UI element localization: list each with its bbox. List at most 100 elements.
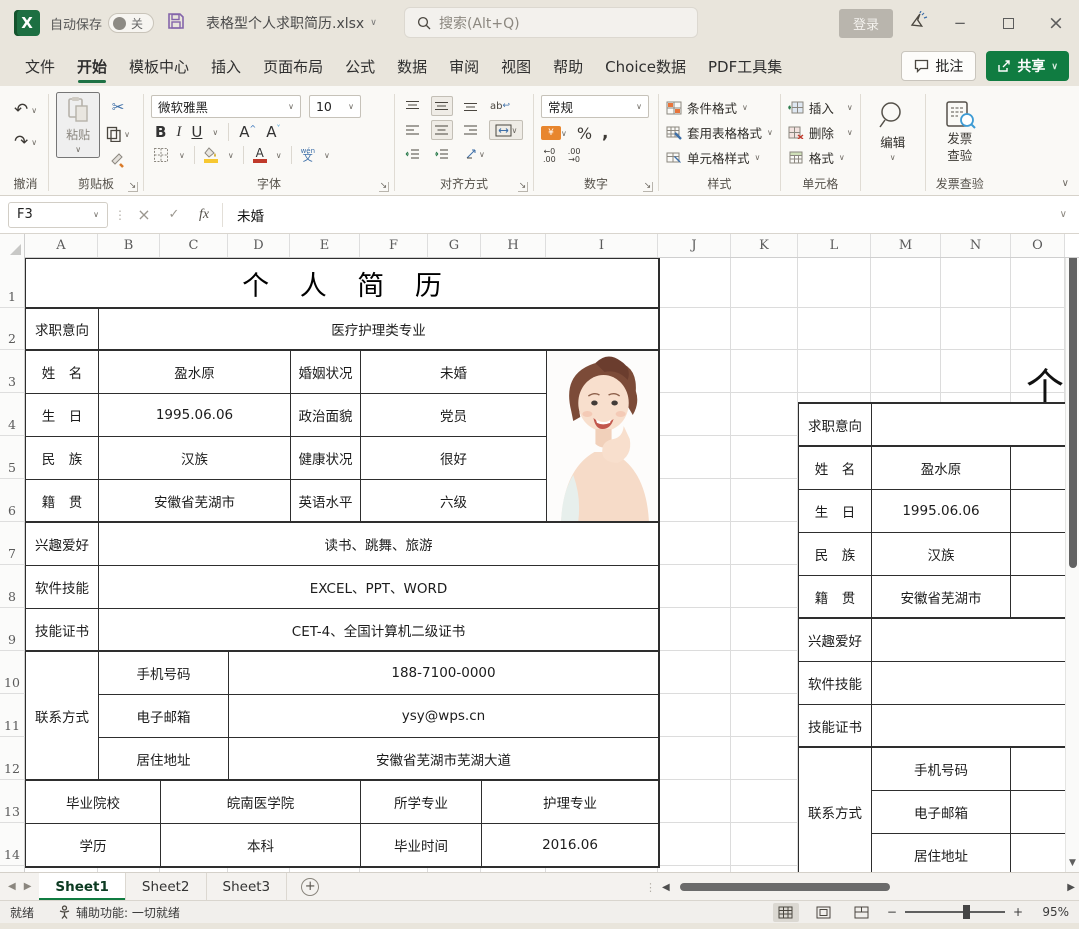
col-header-D[interactable]: D — [228, 234, 290, 257]
underline-button[interactable]: U — [191, 123, 202, 141]
align-top-button[interactable] — [402, 96, 424, 116]
menu-item-9[interactable]: 帮助 — [542, 52, 594, 82]
table-cell[interactable]: 求职意向 — [26, 309, 99, 351]
table-cell[interactable]: 籍 贯 — [26, 480, 99, 523]
col-header-H[interactable]: H — [481, 234, 546, 257]
normal-view-button[interactable] — [773, 903, 799, 922]
table-cell[interactable] — [872, 705, 1066, 748]
zoom-slider[interactable] — [905, 911, 1005, 913]
menu-item-11[interactable]: PDF工具集 — [697, 52, 793, 82]
collapse-ribbon-button[interactable]: ∨ — [1062, 178, 1069, 189]
col-header-F[interactable]: F — [360, 234, 428, 257]
decrease-font-button[interactable]: A˅ — [266, 123, 280, 141]
table-cell[interactable]: 安徽省芜湖市芜湖大道 — [229, 738, 659, 781]
scrollbar-splitter[interactable]: ⋮ — [645, 881, 656, 894]
alignment-dialog-launcher[interactable]: ↘ — [518, 182, 528, 192]
col-header-C[interactable]: C — [160, 234, 228, 257]
table-cell[interactable]: 兴趣爱好 — [799, 619, 872, 662]
number-dialog-launcher[interactable]: ↘ — [643, 182, 653, 192]
row-header-6[interactable]: 6 — [0, 479, 25, 522]
table-cell[interactable]: 学历 — [26, 824, 161, 867]
zoom-out-button[interactable]: − — [887, 905, 897, 919]
table-cell[interactable]: 政治面貌 — [291, 394, 361, 437]
save-icon[interactable] — [166, 11, 186, 35]
paste-button[interactable]: 粘贴 ∨ — [56, 92, 100, 158]
row-header-13[interactable]: 13 — [0, 780, 25, 823]
table-cell[interactable]: 汉族 — [99, 437, 291, 480]
table-cell[interactable]: 民 族 — [26, 437, 99, 480]
table-cell[interactable]: 技能证书 — [799, 705, 872, 748]
table-cell[interactable] — [872, 662, 1066, 705]
table-cell[interactable]: 1995.06.06 — [872, 490, 1011, 533]
horizontal-scroll-thumb[interactable] — [680, 883, 890, 891]
row-header-4[interactable]: 4 — [0, 393, 25, 436]
table-cell[interactable]: EXCEL、PPT、WORD — [99, 566, 659, 609]
table-cell[interactable]: 婚姻状况 — [291, 351, 361, 394]
vertical-scrollbar[interactable]: ▲ ▼ — [1065, 258, 1079, 872]
table-cell[interactable] — [1011, 490, 1066, 533]
col-header-O[interactable]: O — [1011, 234, 1065, 257]
menu-item-1[interactable]: 开始 — [66, 52, 118, 82]
formula-input[interactable]: 未婚 — [229, 205, 1054, 225]
table-cell[interactable]: 联系方式 — [26, 652, 99, 781]
table-cell[interactable] — [872, 619, 1066, 662]
table-cell[interactable]: 皖南医学院 — [161, 781, 361, 824]
formula-bar-handle[interactable]: ⋮ — [114, 208, 126, 222]
insert-cells-button[interactable]: 插入∨ — [788, 98, 853, 117]
format-cells-button[interactable]: 格式∨ — [788, 148, 853, 167]
row-header-5[interactable]: 5 — [0, 436, 25, 479]
table-cell[interactable]: 188-7100-0000 — [229, 652, 659, 695]
table-cell[interactable]: 籍 贯 — [799, 576, 872, 619]
zoom-level[interactable]: 95% — [1035, 905, 1069, 919]
merge-center-button[interactable]: ∨ — [489, 120, 523, 140]
table-cell[interactable]: 读书、跳舞、旅游 — [99, 523, 659, 566]
row-header-2[interactable]: 2 — [0, 308, 25, 350]
table-cell[interactable]: 所学专业 — [361, 781, 482, 824]
decrease-indent-button[interactable] — [402, 144, 424, 164]
number-format-select[interactable]: 常规∨ — [541, 95, 649, 118]
menu-item-2[interactable]: 模板中心 — [118, 52, 200, 82]
font-size-select[interactable]: 10∨ — [309, 95, 361, 118]
row-header-7[interactable]: 7 — [0, 522, 25, 565]
search-input[interactable]: 搜索(Alt+Q) — [404, 7, 698, 38]
increase-decimal-button[interactable]: ←0.00 — [543, 148, 556, 164]
clipboard-dialog-launcher[interactable]: ↘ — [128, 182, 138, 192]
col-header-J[interactable]: J — [658, 234, 731, 257]
table-cell[interactable]: 生 日 — [26, 394, 99, 437]
col-header-I[interactable]: I — [546, 234, 658, 257]
announcement-icon[interactable] — [907, 11, 929, 35]
cut-button[interactable]: ✂ — [102, 96, 134, 118]
table-cell[interactable]: 很好 — [361, 437, 547, 480]
table-cell[interactable]: 健康状况 — [291, 437, 361, 480]
table-cell[interactable]: CET-4、全国计算机二级证书 — [99, 609, 659, 652]
prev-sheet-icon[interactable]: ◀ — [0, 881, 24, 892]
table-cell[interactable]: 软件技能 — [26, 566, 99, 609]
table-cell[interactable]: 联系方式 — [799, 748, 872, 872]
table-cell[interactable]: 姓 名 — [799, 447, 872, 490]
table-cell[interactable]: 居住地址 — [872, 834, 1011, 872]
row-header-9[interactable]: 9 — [0, 608, 25, 651]
horizontal-scroll-track[interactable] — [676, 882, 1062, 892]
menu-item-6[interactable]: 数据 — [386, 52, 438, 82]
fill-color-button[interactable] — [204, 147, 219, 163]
cancel-entry-icon[interactable]: × — [132, 205, 156, 224]
table-cell[interactable] — [1011, 834, 1066, 872]
table-cell[interactable]: 盈水原 — [872, 447, 1011, 490]
increase-font-button[interactable]: A^ — [239, 123, 256, 141]
orientation-button[interactable]: ∨ — [460, 144, 490, 164]
scroll-left-icon[interactable]: ◀ — [662, 882, 670, 893]
table-cell[interactable]: 党员 — [361, 394, 547, 437]
row-header-11[interactable]: 11 — [0, 694, 25, 737]
insert-function-icon[interactable]: fx — [192, 207, 216, 223]
table-cell[interactable]: 安徽省芜湖市 — [99, 480, 291, 523]
table-cell[interactable]: 姓 名 — [26, 351, 99, 394]
table-cell[interactable] — [1011, 791, 1066, 834]
table-cell[interactable]: ysy@wps.cn — [229, 695, 659, 738]
table-cell[interactable]: 电子邮箱 — [872, 791, 1011, 834]
menu-item-4[interactable]: 页面布局 — [252, 52, 334, 82]
confirm-entry-icon[interactable]: ✓ — [162, 207, 186, 222]
row-header-3[interactable]: 3 — [0, 350, 25, 393]
table-cell[interactable]: 盈水原 — [99, 351, 291, 394]
table-cell[interactable]: 护理专业 — [482, 781, 659, 824]
table-cell[interactable] — [1011, 533, 1066, 576]
